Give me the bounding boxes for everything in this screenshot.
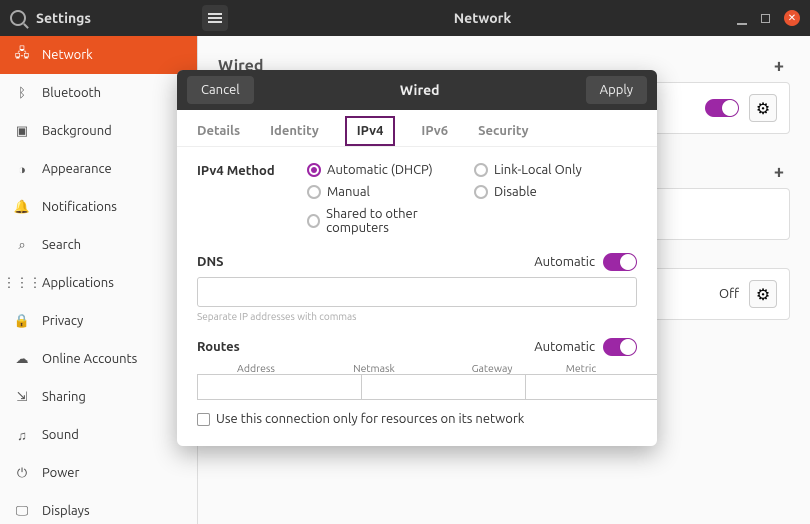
sidebar-item-label: Search [42,238,81,252]
sidebar-item-notifications[interactable]: 🔔 Notifications [0,188,197,226]
wired-settings-dialog: Cancel Wired Apply Details Identity IPv4… [177,70,657,446]
routes-automatic-toggle[interactable] [603,338,637,356]
sidebar-item-background[interactable]: ▣ Background [0,112,197,150]
sidebar-item-label: Appearance [42,162,112,176]
bluetooth-icon: ᛒ [14,85,30,101]
use-only-checkbox-row[interactable]: Use this connection only for resources o… [197,412,637,426]
add-wired-button[interactable]: + [768,56,790,76]
sound-icon: ♫ [14,427,30,443]
routes-section: Routes Automatic [197,338,637,356]
minimize-button[interactable] [737,11,747,25]
window-controls [737,10,810,26]
col-gateway: Gateway [433,362,551,374]
sidebar-item-appearance[interactable]: ◑ Appearance [0,150,197,188]
sidebar-item-sharing[interactable]: ⇲ Sharing [0,378,197,416]
tab-ipv4[interactable]: IPv4 [345,116,396,146]
privacy-icon: 🔒 [14,313,30,329]
dns-hint: Separate IP addresses with commas [197,311,637,322]
search-sidebar-icon: ⌕ [14,237,30,253]
power-icon: ⏻ [14,465,30,481]
window-title: Network [228,10,737,26]
dialog-title: Wired [254,82,586,98]
sidebar-item-search[interactable]: ⌕ Search [0,226,197,264]
app-title: Settings [36,10,91,26]
network-icon: 🖧 [14,47,30,63]
dialog-body: IPv4 Method Automatic (DHCP) Manual Shar… [177,147,657,446]
apply-button[interactable]: Apply [586,76,647,104]
proxy-settings-button[interactable]: ⚙ [749,280,777,308]
sidebar-item-label: Power [42,466,79,480]
route-row: 🗑 [197,374,637,400]
sidebar-item-label: Background [42,124,112,138]
dialog-header: Cancel Wired Apply [177,70,657,110]
sidebar-item-label: Bluetooth [42,86,101,100]
dns-section: DNS Automatic [197,253,637,271]
col-netmask: Netmask [315,362,433,374]
radio-automatic-dhcp[interactable]: Automatic (DHCP) [307,163,470,177]
sidebar-item-online-accounts[interactable]: ☁ Online Accounts [0,340,197,378]
sidebar-item-bluetooth[interactable]: ᛒ Bluetooth [0,74,197,112]
radio-link-local[interactable]: Link-Local Only [474,163,637,177]
use-only-label: Use this connection only for resources o… [216,412,524,426]
dns-automatic-toggle[interactable] [603,253,637,271]
radio-manual[interactable]: Manual [307,185,470,199]
sidebar-item-power[interactable]: ⏻ Power [0,454,197,492]
sidebar-item-label: Sharing [42,390,86,404]
col-metric: Metric [551,362,611,374]
cancel-button[interactable]: Cancel [187,76,254,104]
gear-icon: ⚙ [756,285,770,304]
route-address-input[interactable] [197,374,361,400]
proxy-status: Off [719,287,739,301]
displays-icon: 🖵 [14,503,30,519]
background-icon: ▣ [14,123,30,139]
route-gateway-input[interactable] [525,374,657,400]
maximize-button[interactable] [761,14,770,23]
routes-label: Routes [197,340,240,354]
radio-disable[interactable]: Disable [474,185,637,199]
sharing-icon: ⇲ [14,389,30,405]
tab-identity[interactable]: Identity [266,116,323,146]
tab-security[interactable]: Security [474,116,532,146]
hamburger-menu-button[interactable] [202,5,228,31]
titlebar: Settings Network [0,0,810,36]
dns-input[interactable] [197,277,637,307]
sidebar-item-label: Online Accounts [42,352,137,366]
gear-icon: ⚙ [756,99,770,118]
wired-toggle[interactable] [705,99,739,117]
online-accounts-icon: ☁ [14,351,30,367]
col-address: Address [197,362,315,374]
notifications-icon: 🔔 [14,199,30,215]
radio-shared[interactable]: Shared to other computers [307,207,470,235]
settings-sidebar: 🖧 Network ᛒ Bluetooth ▣ Background ◑ App… [0,36,198,524]
sidebar-item-label: Applications [42,276,114,290]
close-button[interactable] [784,10,800,26]
route-netmask-input[interactable] [361,374,525,400]
sidebar-item-label: Notifications [42,200,117,214]
route-header: Address Netmask Gateway Metric [197,362,637,374]
wired-settings-button[interactable]: ⚙ [749,94,777,122]
ipv4-method-label: IPv4 Method [197,163,307,178]
sidebar-item-label: Displays [42,504,90,518]
routes-automatic-label: Automatic [534,340,595,354]
appearance-icon: ◑ [14,161,30,177]
tab-details[interactable]: Details [193,116,244,146]
dialog-tabs: Details Identity IPv4 IPv6 Security [177,110,657,147]
sidebar-item-applications[interactable]: ⋮⋮⋮ Applications [0,264,197,302]
tab-ipv6[interactable]: IPv6 [417,116,452,146]
dns-automatic-label: Automatic [534,255,595,269]
applications-icon: ⋮⋮⋮ [14,275,30,291]
sidebar-item-sound[interactable]: ♫ Sound [0,416,197,454]
sidebar-item-label: Sound [42,428,79,442]
add-vpn-button[interactable]: + [768,162,790,182]
sidebar-item-privacy[interactable]: 🔒 Privacy [0,302,197,340]
sidebar-item-network[interactable]: 🖧 Network [0,36,197,74]
sidebar-item-label: Network [42,48,93,62]
titlebar-left: Settings [0,10,198,26]
sidebar-item-displays[interactable]: 🖵 Displays [0,492,197,524]
search-icon[interactable] [10,10,26,26]
checkbox-icon [197,413,210,426]
dns-label: DNS [197,255,224,269]
sidebar-item-label: Privacy [42,314,83,328]
